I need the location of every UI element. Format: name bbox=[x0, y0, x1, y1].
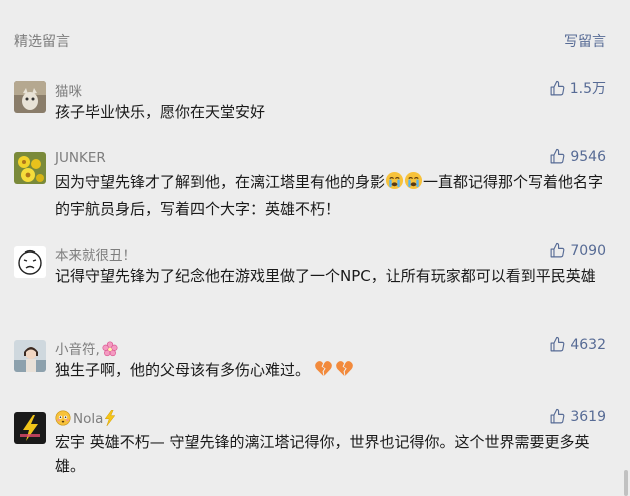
commenter-name[interactable]: Nola bbox=[55, 409, 117, 430]
like-button[interactable]: 1.5万 bbox=[549, 78, 606, 98]
flower-avatar[interactable] bbox=[14, 152, 46, 184]
like-button[interactable]: 3619 bbox=[549, 408, 606, 425]
comments-header: 精选留言 写留言 bbox=[0, 0, 630, 80]
comment-text: 独生子啊，他的父母该有多伤心难过。 bbox=[55, 358, 610, 385]
scrollbar[interactable] bbox=[624, 470, 628, 496]
thumbs-up-icon bbox=[550, 242, 565, 258]
doodle-face-avatar[interactable] bbox=[14, 246, 46, 278]
commenter-name[interactable]: 本来就很丑！ bbox=[55, 244, 136, 264]
comment-text: 宏宇 英雄不朽— 守望先锋的漓江塔记得你，世界也记得你。这个世界需要更多英雄。 bbox=[55, 433, 590, 475]
broken-heart-emoji bbox=[335, 359, 354, 385]
lightning-emoji bbox=[103, 409, 117, 430]
girl-photo-avatar[interactable] bbox=[14, 340, 46, 372]
comment-text-part: 独生子啊，他的父母该有多伤心难过。 bbox=[55, 361, 311, 379]
commenter-name[interactable]: JUNKER bbox=[55, 150, 106, 166]
like-count: 1.5万 bbox=[569, 81, 606, 97]
thumbs-up-icon bbox=[550, 336, 565, 352]
commenter-name-text: Nola bbox=[73, 411, 104, 427]
comment-item: 猫咪 1.5万 孩子毕业快乐，愿你在天堂安好 bbox=[0, 78, 630, 130]
comment-text: 孩子毕业快乐，愿你在天堂安好 bbox=[55, 103, 266, 121]
like-count: 4632 bbox=[570, 336, 606, 353]
lightning-logo-avatar[interactable] bbox=[14, 412, 46, 444]
like-button[interactable]: 9546 bbox=[549, 148, 606, 165]
write-comment-button[interactable]: 写留言 bbox=[564, 31, 606, 51]
flushed-face-emoji bbox=[55, 410, 71, 430]
comment-item: 小音符, 4632 独生子啊，他的父母该有多伤心难过。 bbox=[0, 336, 630, 384]
comment-text: 记得守望先锋为了纪念他在游戏里做了一个NPC，让所有玩家都可以看到平民英雄 bbox=[55, 267, 596, 285]
comment-text-part: 因为守望先锋才了解到他，在漓江塔里有他的身影 bbox=[55, 173, 386, 191]
like-count: 3619 bbox=[570, 408, 606, 425]
comment-item: JUNKER 9546 因为守望先锋才了解到他，在漓江塔里有他的身影 一直都记得那… bbox=[0, 148, 630, 218]
thumbs-up-icon bbox=[550, 408, 565, 424]
like-button[interactable]: 4632 bbox=[549, 336, 606, 353]
crying-emoji bbox=[385, 171, 404, 197]
commenter-name[interactable]: 猫咪 bbox=[55, 80, 82, 100]
broken-heart-emoji bbox=[314, 359, 333, 385]
thumbs-up-icon bbox=[550, 80, 565, 95]
commenter-name-text: 小音符, bbox=[55, 342, 100, 358]
comment-item: Nola 3619 宏宇 英雄不朽— 守望先锋的漓江塔记得你，世界也记得你。这个… bbox=[0, 408, 630, 478]
crying-emoji bbox=[404, 171, 423, 197]
like-count: 9546 bbox=[570, 148, 606, 165]
comment-text: 因为守望先锋才了解到他，在漓江塔里有他的身影 一直都记得那个写着他名字的宇航员身后… bbox=[55, 170, 610, 221]
thumbs-up-icon bbox=[550, 148, 565, 164]
like-button[interactable]: 7090 bbox=[549, 242, 606, 259]
comment-item: 本来就很丑！ 7090 记得守望先锋为了纪念他在游戏里做了一个NPC，让所有玩家… bbox=[0, 242, 630, 312]
cat-photo-avatar[interactable] bbox=[14, 81, 46, 113]
featured-comments-title: 精选留言 bbox=[14, 34, 70, 50]
like-count: 7090 bbox=[570, 242, 606, 259]
